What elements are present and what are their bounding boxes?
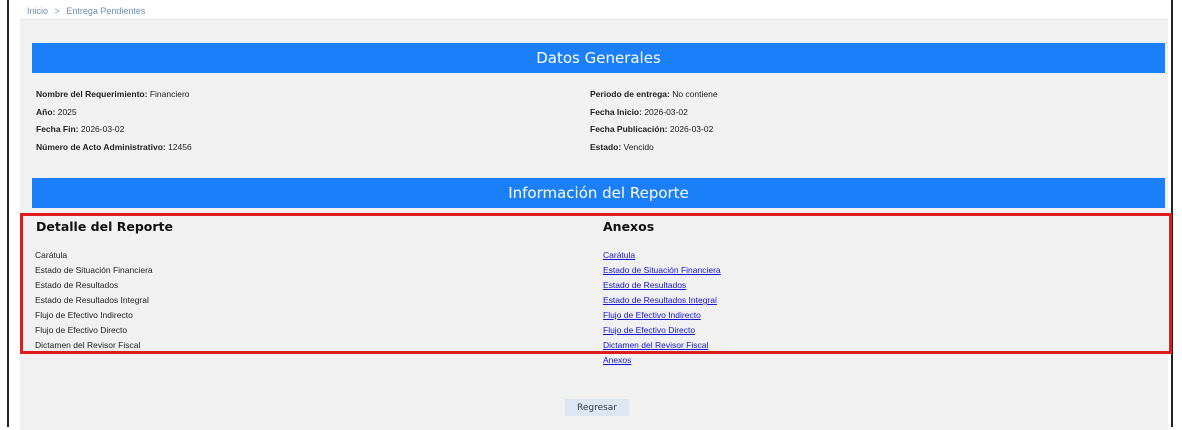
field-estado: Estado: Vencido [590, 142, 654, 152]
field-label: Fecha Inicio: [590, 107, 642, 117]
field-value: No contiene [669, 89, 718, 99]
field-value: 2026-03-02 [78, 124, 125, 134]
anexo-link-dictamen[interactable]: Dictamen del Revisor Fiscal [603, 340, 708, 350]
detalle-reporte-title: Detalle del Reporte [36, 219, 173, 234]
anexo-link-situacion-financiera[interactable]: Estado de Situación Financiera [603, 265, 721, 275]
anexo-link-resultados[interactable]: Estado de Resultados [603, 280, 686, 290]
detail-item: Estado de Resultados [35, 280, 119, 290]
field-value: 2026-03-02 [641, 107, 688, 117]
breadcrumb: Inicio > Entrega Pendientes [27, 6, 149, 16]
anexo-link-resultados-integral[interactable]: Estado de Resultados Integral [603, 295, 717, 305]
detail-item: Estado de Resultados Integral [35, 295, 149, 305]
anexo-link-flujo-indirecto[interactable]: Flujo de Efectivo Indirecto [603, 310, 701, 320]
anexos-title: Anexos [603, 219, 655, 234]
breadcrumb-home-link[interactable]: Inicio [27, 6, 48, 16]
field-anio: Año: 2025 [36, 107, 77, 117]
detail-item: Flujo de Efectivo Indirecto [35, 310, 133, 320]
field-label: Año: [36, 107, 56, 117]
field-numero-acto: Número de Acto Administrativo: 12456 [36, 142, 192, 152]
detail-item: Estado de Situación Financiera [35, 265, 153, 275]
field-fecha-fin: Fecha Fin: 2026-03-02 [36, 124, 124, 134]
field-periodo-entrega: Periodo de entrega: No contiene [590, 89, 718, 99]
anexo-link-flujo-directo[interactable]: Flujo de Efectivo Directo [603, 325, 695, 335]
breadcrumb-current: Entrega Pendientes [66, 6, 146, 16]
field-value: 2026-03-02 [667, 124, 714, 134]
field-fecha-inicio: Fecha Inicio: 2026-03-02 [590, 107, 688, 117]
informacion-reporte-title: Información del Reporte [508, 184, 689, 202]
detail-item: Dictamen del Revisor Fiscal [35, 340, 141, 350]
field-value: 12456 [165, 142, 192, 152]
field-label: Fecha Fin: [36, 124, 79, 134]
field-value: Vencido [621, 142, 654, 152]
detail-item: Flujo de Efectivo Directo [35, 325, 128, 335]
field-label: Estado: [590, 142, 622, 152]
field-fecha-publicacion: Fecha Publicación: 2026-03-02 [590, 124, 713, 134]
field-value: 2025 [55, 107, 77, 117]
datos-generales-title: Datos Generales [536, 49, 661, 67]
informacion-reporte-header: Información del Reporte [32, 178, 1165, 208]
field-label: Nombre del Requerimiento: [36, 89, 148, 99]
field-label: Fecha Publicación: [590, 124, 668, 134]
datos-generales-header: Datos Generales [32, 43, 1165, 73]
detail-item: Carátula [35, 250, 68, 260]
content-panel [20, 19, 1168, 430]
anexo-link-anexos[interactable]: Anexos [603, 355, 631, 365]
anexo-link-caratula[interactable]: Carátula [603, 250, 635, 260]
breadcrumb-separator: > [54, 6, 60, 16]
field-label: Número de Acto Administrativo: [36, 142, 166, 152]
field-nombre-requerimiento: Nombre del Requerimiento: Financiero [36, 89, 190, 99]
regresar-button[interactable]: Regresar [565, 399, 629, 416]
field-value: Financiero [147, 89, 190, 99]
field-label: Periodo de entrega: [590, 89, 670, 99]
